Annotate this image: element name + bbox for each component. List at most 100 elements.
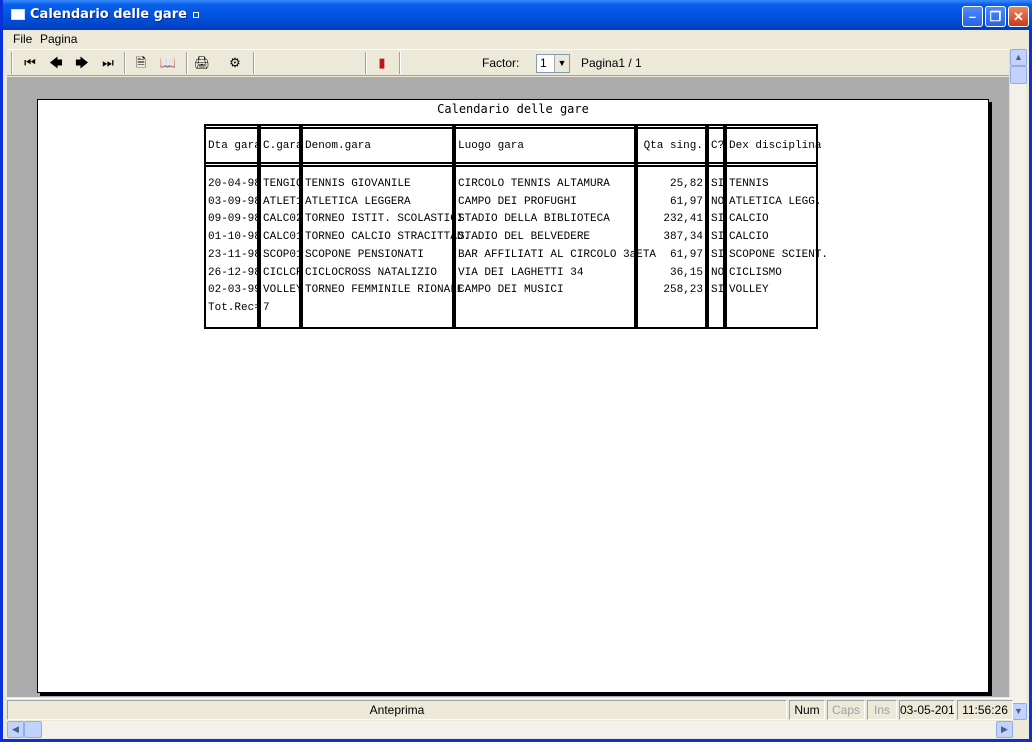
prev-page-icon[interactable]: 🡄	[45, 53, 67, 73]
print-setup-icon[interactable]: ⚙	[224, 53, 246, 73]
table-cell: 20-04-98	[208, 178, 261, 190]
menu-bar: File Pagina	[3, 30, 1029, 49]
bottom-rule	[727, 327, 816, 329]
factor-label: Factor:	[482, 56, 520, 70]
col-code: C.gara TENGIO ATLET1 CALC02 CALC01 SCOP01 CICL…	[259, 124, 303, 329]
exit-door-icon[interactable]: ▮	[371, 53, 393, 73]
table-cell: 09-09-98	[208, 213, 261, 226]
status-bar: Anteprima Num Caps Ins 03-05-2016 11:56:…	[7, 698, 1013, 720]
scroll-left-icon[interactable]: ◀	[7, 721, 24, 738]
table-cell: NO	[711, 195, 725, 208]
app-icon	[11, 9, 25, 20]
bottom-rule	[303, 327, 452, 329]
table-cell: BAR AFFILIATI AL CIRCOLO 3aETA	[458, 248, 657, 261]
col-flag: C? SI NO SI SI SI NO SI	[707, 124, 725, 329]
last-page-icon[interactable]: ⏭	[97, 53, 119, 73]
app-window: Calendario delle gare – ❐ ✕ File Pagina …	[0, 0, 1032, 742]
column-header: C?	[711, 140, 725, 152]
header-rule	[709, 162, 723, 167]
table-cell: ATLETICA LEGGERA	[305, 195, 411, 208]
chevron-down-icon[interactable]: ▼	[554, 55, 569, 72]
table-cell: VIA DEI LAGHETTI 34	[458, 266, 584, 279]
toolbar-separator	[365, 52, 367, 74]
close-button[interactable]: ✕	[1008, 6, 1029, 27]
bottom-rule	[638, 327, 705, 329]
header-rule	[727, 124, 816, 129]
preview-area: Calendario delle gare Dta gara 20-04-98 03…	[7, 77, 1013, 697]
table-cell: SI	[711, 231, 725, 244]
table-cell: CALCIO	[729, 213, 769, 226]
header-rule	[456, 162, 634, 167]
header-rule	[303, 162, 452, 167]
page-indicator: Pagina1 / 1	[581, 56, 642, 70]
header-rule	[261, 162, 299, 167]
scroll-right-icon[interactable]: ▶	[996, 721, 1013, 738]
header-rule	[638, 124, 705, 129]
table-cell: 26-12-98	[208, 266, 261, 279]
table-cell: SCOPONE PENSIONATI	[305, 248, 424, 261]
table-cell: TENNIS GIOVANILE	[305, 178, 411, 190]
window-title: Calendario delle gare	[30, 7, 199, 22]
table-cell: TENGIO	[263, 178, 303, 190]
factor-select[interactable]: 1 ▼	[536, 54, 570, 73]
menu-file[interactable]: File	[13, 32, 32, 46]
title-bar[interactable]: Calendario delle gare – ❐ ✕	[3, 0, 1032, 30]
table-cell: VOLLEY	[729, 284, 769, 297]
table-cell: SI	[711, 213, 725, 226]
toolbar: ⏮ 🡄 🡆 ⏭ 🗎 📖 🖨 ⚙ ▮ Factor: 1 ▼ Pagina1 / …	[7, 49, 1013, 76]
table-cell: TORNEO FEMMINILE RIONALE	[305, 284, 464, 297]
table-cell: 232,41	[663, 213, 703, 226]
hscroll-thumb[interactable]	[24, 721, 42, 738]
col-place: Luogo gara CIRCOLO TENNIS ALTAMURA CAMPO D…	[454, 124, 656, 329]
col-discipline: Dex disciplina TENNIS ATLETICA LEGG. CALCIO…	[725, 124, 828, 329]
table-cell: SCOP01	[263, 248, 303, 261]
report-page: Calendario delle gare Dta gara 20-04-98 03…	[37, 99, 989, 693]
report-title: Calendario delle gare	[437, 102, 589, 116]
column-header: C.gara	[263, 140, 303, 152]
table-cell: 02-03-99	[208, 284, 261, 297]
bottom-rule	[206, 327, 257, 329]
first-page-icon[interactable]: ⏮	[19, 53, 41, 73]
printer-icon[interactable]: 🖨	[191, 53, 213, 73]
header-rule	[206, 162, 257, 167]
table-cell: SI	[711, 178, 725, 190]
toolbar-separator	[186, 52, 188, 74]
toolbar-separator	[253, 52, 255, 74]
table-cell: SI	[711, 284, 725, 297]
single-page-icon[interactable]: 🗎	[130, 53, 152, 73]
table-cell: CICLCR	[263, 266, 303, 279]
minimize-button[interactable]: –	[962, 6, 983, 27]
header-rule	[709, 124, 723, 129]
table-cell: TENNIS	[729, 178, 769, 190]
table-cell: STADIO DEL BELVEDERE	[458, 231, 591, 244]
factor-value: 1	[540, 56, 547, 70]
table-cell: CALC02	[263, 213, 303, 226]
col-date: Dta gara 20-04-98 03-09-98 09-09-98 01-10-98…	[204, 124, 261, 329]
title-marker-icon	[192, 11, 199, 18]
table-cell: 61,97	[669, 248, 703, 261]
vertical-scrollbar[interactable]: ▲ ▼	[1009, 49, 1027, 720]
restore-button[interactable]: ❐	[985, 6, 1006, 27]
horizontal-scrollbar[interactable]: ◀ ▶	[7, 721, 1013, 738]
status-caps: Caps	[827, 700, 865, 720]
table-cell: VOLLEY	[263, 284, 303, 297]
next-page-icon[interactable]: 🡆	[71, 53, 93, 73]
table-cell: CICLOCROSS NATALIZIO	[305, 266, 438, 279]
table-cell: TORNEO ISTIT. SCOLASTICI	[305, 213, 464, 226]
two-pages-icon[interactable]: 📖	[157, 53, 179, 73]
scroll-thumb[interactable]	[1010, 66, 1027, 84]
table-cell: 387,34	[663, 231, 703, 244]
table-cell: 258,23	[663, 284, 703, 297]
column-header: Qta sing.	[643, 140, 703, 152]
col-name: Denom.gara TENNIS GIOVANILE ATLETICA LEGGE…	[301, 124, 470, 329]
table-cell: 25,82	[669, 178, 703, 190]
total-label: Tot.Rec=	[208, 301, 261, 314]
status-time: 11:56:26	[957, 700, 1013, 720]
bottom-rule	[261, 327, 299, 329]
menu-pagina[interactable]: Pagina	[40, 32, 77, 46]
status-ins: Ins	[867, 700, 897, 720]
scroll-up-icon[interactable]: ▲	[1010, 49, 1027, 66]
header-rule	[456, 124, 634, 129]
table-cell: ATLET1	[263, 195, 303, 208]
table-cell: NO	[711, 266, 725, 279]
